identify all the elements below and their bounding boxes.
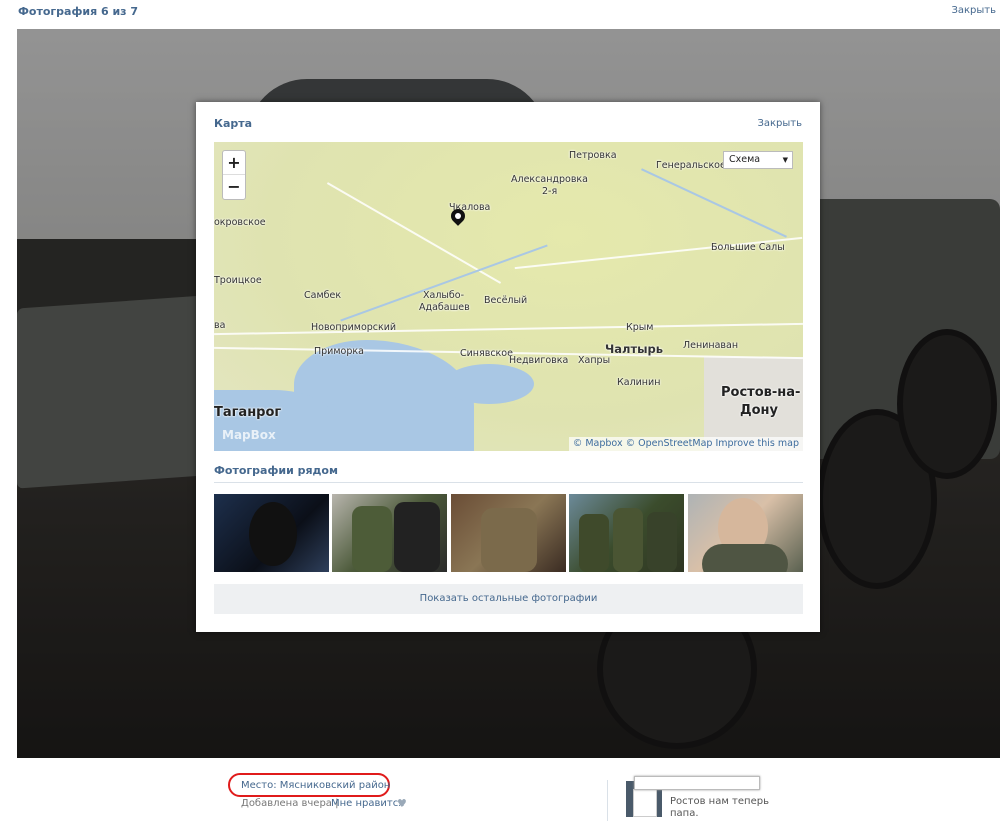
zoom-in-button[interactable]: + [223,151,245,175]
section-divider [214,482,803,483]
viewer-close-link[interactable]: Закрыть [951,5,996,16]
map-modal: Карта Закрыть Петровка Генеральское Алек… [196,102,820,632]
map-layer-value: Схема [729,154,761,165]
place-link[interactable]: Место: Мясниковский район [241,780,390,791]
map-label: Халыбо- [423,290,465,301]
show-more-photos-button[interactable]: Показать остальные фотографии [214,584,803,614]
thumb-figure [647,512,677,572]
nearby-photos-title: Фотографии рядом [214,464,338,477]
map-label: Синявское [460,348,513,359]
mapbox-logo[interactable]: MapBox [222,428,276,442]
like-link[interactable]: Мне нравится [331,798,404,809]
map-label: 2-я [542,186,558,197]
map-view[interactable]: Петровка Генеральское Александровка 2-я … [214,142,803,451]
map-label: Генеральское [656,160,726,171]
map-label: Таганрог [214,405,282,420]
map-label: Петровка [569,150,617,161]
added-date: Добавлена вчера | [241,798,339,809]
thumb-figure [352,506,392,572]
map-label: Новоприморский [311,322,397,333]
improve-map-link[interactable]: Improve this map [715,438,799,449]
pin-dot [453,211,463,221]
viewer-top-bar: Фотография 6 из 7 Закрыть [0,0,1000,28]
map-label: Весёлый [484,295,528,306]
map-bay [444,364,534,404]
nearby-photo-thumb[interactable] [332,494,447,572]
map-label: Ленинаван [683,340,739,351]
author-name-redaction [634,776,760,790]
heart-icon[interactable]: ♥ [397,797,407,810]
map-label: Крым [626,322,654,333]
chevron-down-icon: ▼ [782,156,788,164]
map-label: Большие Салы [711,242,785,253]
thumb-figure [481,508,537,572]
avatar-redaction [633,789,657,817]
map-label: Александровка [511,174,588,185]
map-label: Дону [740,403,778,418]
modal-close-link[interactable]: Закрыть [757,118,802,129]
attribution-mapbox-link[interactable]: © Mapbox [573,438,623,449]
map-label: ва [214,320,226,331]
map-label: Адабашев [419,302,470,313]
attribution-osm-link[interactable]: © OpenStreetMap [626,438,713,449]
nearby-photo-thumb[interactable] [451,494,566,572]
nearby-photo-thumb[interactable] [214,494,329,572]
map-label: Троицкое [214,275,262,286]
photo-counter: Фотография 6 из 7 [18,5,139,18]
map-layer-select[interactable]: Схема ▼ [723,151,793,169]
zoom-control: + − [222,150,246,200]
photo-info-bar: Место: Мясниковский район Добавлена вчер… [0,758,1000,821]
map-label: Приморка [314,346,364,357]
map-attribution: © Mapbox © OpenStreetMap Improve this ma… [568,437,803,451]
map-label: Самбек [304,290,342,301]
map-label: Чалтырь [605,342,664,356]
modal-title: Карта [214,117,253,130]
map-label: окровское [214,217,266,228]
nearby-photo-thumb[interactable] [569,494,684,572]
column-divider [607,780,608,821]
added-label: Добавлена вчера [241,798,332,809]
nearby-photo-thumb[interactable] [688,494,803,572]
comment-text: Ростов нам теперь папа. [670,796,769,819]
map-label: Калинин [617,377,661,388]
map-label: Ростов-на- [721,385,801,400]
thumb-figure [579,514,609,572]
zoom-out-button[interactable]: − [223,175,245,199]
thumb-figure [249,502,297,566]
thumb-figure [613,508,643,572]
nearby-photos-list [214,494,803,572]
thumb-figure [394,502,440,572]
thumb-figure [702,544,788,572]
map-label: Хапры [578,355,611,366]
map-label: Недвиговка [509,355,569,366]
